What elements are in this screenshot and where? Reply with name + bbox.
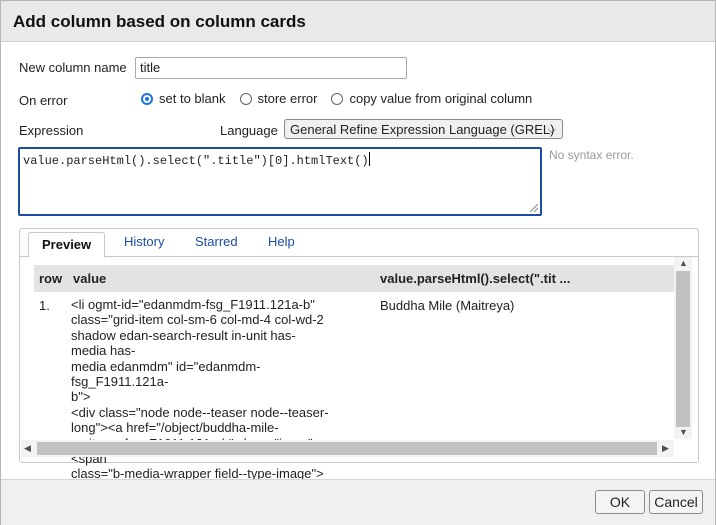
expression-textarea[interactable]: value.parseHtml().select(".title")[0].ht…	[18, 147, 542, 216]
value-line: class="grid-item col-sm-6 col-md-4 col-w…	[71, 312, 324, 328]
tab-preview[interactable]: Preview	[28, 232, 106, 258]
column-header-result: value.parseHtml().select(".tit ...	[380, 271, 571, 286]
column-header-value: value	[73, 271, 107, 286]
dialog-title: Add column based on column cards	[1, 1, 715, 42]
radio-label: store error	[257, 91, 318, 106]
radio-checked-icon	[141, 92, 153, 105]
language-label: Language	[220, 123, 278, 138]
scrollbar-thumb[interactable]	[676, 271, 690, 427]
expression-text: value.parseHtml().select(".title")[0].ht…	[23, 154, 369, 168]
new-column-name-input[interactable]: title	[135, 57, 407, 79]
dialog-footer: OK Cancel	[1, 479, 715, 525]
resize-grip-icon[interactable]	[528, 202, 538, 212]
tab-starred[interactable]: Starred	[195, 234, 238, 249]
radio-unchecked-icon	[331, 92, 344, 105]
new-column-name-label: New column name	[19, 60, 127, 75]
cell-result: Buddha Mile (Maitreya)	[380, 298, 515, 313]
on-error-radio-group: set to blank store error copy value from…	[141, 91, 546, 106]
language-select-value: General Refine Expression Language (GREL…	[290, 122, 555, 137]
value-line: media edanmdm" id="edanmdm-fsg_F1911.121…	[71, 358, 261, 390]
add-column-dialog: Add column based on column cards New col…	[0, 0, 716, 525]
column-header-row: row	[39, 271, 63, 286]
syntax-status: No syntax error.	[549, 148, 634, 162]
value-line: b">	[71, 389, 91, 405]
scrollbar-thumb[interactable]	[37, 442, 657, 455]
value-line: <div class="node node--teaser node--teas…	[71, 404, 329, 420]
row-number: 1.	[39, 298, 50, 313]
preview-table-header: row value value.parseHtml().select(".tit…	[34, 265, 690, 292]
scroll-left-icon[interactable]: ◀	[24, 443, 31, 454]
radio-label: set to blank	[159, 91, 226, 106]
value-line: long"><a href="/object/buddha-mile-	[71, 420, 279, 436]
value-line: <li ogmt-id="edanmdm-fsg_F1911.121a-b"	[71, 297, 315, 312]
ok-button[interactable]: OK	[595, 490, 645, 514]
value-line: shadow edan-search-result in-unit has-me…	[71, 327, 296, 359]
radio-unchecked-icon	[239, 92, 252, 105]
radio-store-error[interactable]: store error	[239, 91, 318, 106]
scroll-up-icon[interactable]: ▲	[679, 258, 688, 268]
tab-bar: Preview History Starred Help	[20, 229, 698, 258]
tab-history[interactable]: History	[124, 234, 164, 249]
text-caret	[368, 152, 370, 166]
radio-label: copy value from original column	[349, 91, 533, 106]
scroll-down-icon[interactable]: ▼	[679, 427, 688, 437]
radio-copy-value[interactable]: copy value from original column	[331, 91, 532, 106]
scroll-right-icon[interactable]: ▶	[662, 443, 669, 454]
vertical-scrollbar[interactable]: ▲ ▼	[674, 257, 692, 439]
cancel-button[interactable]: Cancel	[649, 490, 703, 514]
chevron-down-icon: ⌵	[547, 124, 556, 136]
preview-tabs-panel: Preview History Starred Help row value v…	[19, 228, 699, 497]
tab-help[interactable]: Help	[268, 234, 295, 249]
on-error-label: On error	[19, 93, 68, 108]
radio-set-to-blank[interactable]: set to blank	[141, 91, 226, 106]
language-select[interactable]: General Refine Expression Language (GREL…	[284, 119, 563, 139]
cell-value: <li ogmt-id="edanmdm-fsg_F1911.121a-b" c…	[71, 297, 331, 497]
expression-label: Expression	[19, 123, 84, 138]
horizontal-scrollbar[interactable]: ◀ ▶	[21, 440, 674, 457]
